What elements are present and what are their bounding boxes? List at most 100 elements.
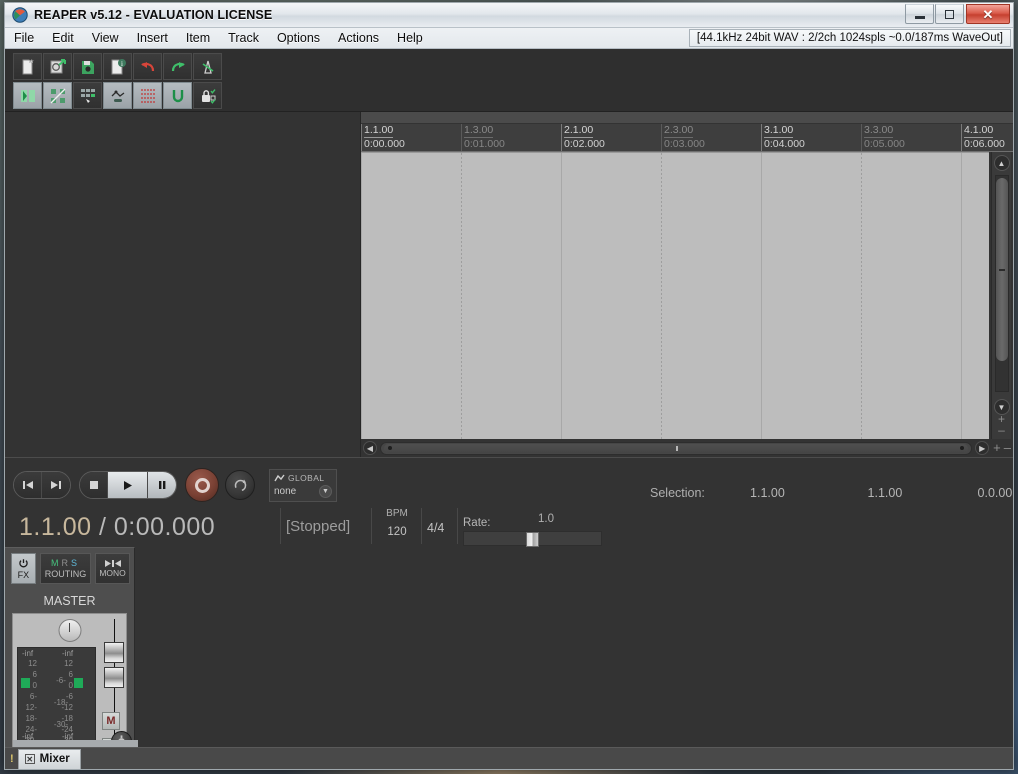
scroll-up-icon[interactable]: ▲ bbox=[994, 155, 1010, 171]
horizontal-scrollbar[interactable]: ◀ ▶ + – bbox=[361, 439, 1013, 457]
play-triangle-icon bbox=[121, 479, 135, 492]
maximize-button[interactable] bbox=[935, 4, 964, 24]
automation-mode-value: none bbox=[274, 486, 296, 497]
time-signature-field[interactable]: 4/4 bbox=[427, 521, 444, 535]
grid-lines-button[interactable] bbox=[133, 82, 162, 109]
db-tick: -24 bbox=[56, 724, 73, 735]
master-mono-button[interactable]: MONO bbox=[95, 553, 130, 584]
menu-insert[interactable]: Insert bbox=[128, 29, 177, 47]
alert-icon[interactable]: ! bbox=[10, 753, 14, 765]
automation-mode-header: GLOBAL bbox=[274, 473, 332, 483]
mono-arrows-icon bbox=[103, 559, 123, 568]
fader-handle-right[interactable] bbox=[104, 667, 124, 688]
routing-m: M bbox=[51, 558, 62, 568]
menu-help[interactable]: Help bbox=[388, 29, 432, 47]
minimize-button[interactable] bbox=[905, 4, 934, 24]
master-mute-button[interactable]: M bbox=[102, 712, 120, 730]
toolbar-row-2 bbox=[13, 82, 1013, 109]
title-bar[interactable]: REAPER v5.12 - EVALUATION LICENSE ✕ bbox=[5, 3, 1013, 28]
menu-track[interactable]: Track bbox=[219, 29, 268, 47]
item-grouping-button[interactable] bbox=[73, 82, 102, 109]
chevron-down-icon[interactable]: ▼ bbox=[319, 485, 332, 498]
reaper-logo-icon bbox=[12, 7, 28, 23]
track-control-panel[interactable] bbox=[5, 112, 361, 457]
timeline-ruler[interactable]: 1.1.000:00.0001.3.000:01.0002.1.000:02.0… bbox=[361, 124, 1013, 152]
master-track-name: MASTER bbox=[5, 594, 134, 608]
loop-magnet-button[interactable] bbox=[163, 82, 192, 109]
db-tick: 0 bbox=[56, 680, 73, 691]
metronome-button[interactable] bbox=[193, 53, 222, 80]
menu-item[interactable]: Item bbox=[177, 29, 219, 47]
scroll-left-icon[interactable]: ◀ bbox=[363, 441, 377, 455]
play-button[interactable] bbox=[108, 472, 148, 498]
scroll-right-icon[interactable]: ▶ bbox=[975, 441, 989, 455]
project-settings-button[interactable]: i bbox=[103, 53, 132, 80]
grid-line bbox=[561, 153, 562, 439]
automation-curve-button[interactable] bbox=[103, 82, 132, 109]
vscroll-thumb[interactable] bbox=[996, 178, 1008, 361]
save-project-button[interactable] bbox=[73, 53, 102, 80]
stop-button[interactable] bbox=[80, 472, 108, 498]
zoom-out-horizontal-icon[interactable]: – bbox=[1004, 443, 1011, 453]
zoom-in-horizontal-icon[interactable]: + bbox=[993, 443, 1001, 453]
audio-device-status[interactable]: [44.1kHz 24bit WAV : 2/2ch 1024spls ~0.0… bbox=[689, 29, 1011, 47]
selection-length[interactable]: 0.0.00 bbox=[940, 486, 1018, 500]
horizontal-zoom-controls: + – bbox=[993, 443, 1011, 453]
menu-edit[interactable]: Edit bbox=[43, 29, 83, 47]
svg-text:i: i bbox=[121, 60, 123, 68]
zoom-out-vertical-icon[interactable]: – bbox=[998, 426, 1005, 435]
master-meter[interactable]: -inf -inf -inf -inf 12606-12-18-24-30-36… bbox=[17, 647, 96, 742]
taskbar-highlight bbox=[13, 740, 138, 747]
pause-button[interactable] bbox=[148, 472, 176, 498]
db-tick: 12- bbox=[20, 702, 37, 713]
open-project-button[interactable] bbox=[43, 53, 72, 80]
mixer-tab[interactable]: ✕ Mixer bbox=[18, 749, 81, 769]
grid-line bbox=[461, 153, 462, 439]
vscroll-track[interactable] bbox=[995, 175, 1009, 392]
playback-button-group bbox=[79, 471, 177, 499]
go-to-end-button[interactable] bbox=[42, 472, 70, 498]
record-button[interactable] bbox=[185, 468, 219, 502]
hscroll-track[interactable] bbox=[380, 442, 972, 455]
arrange-row: 1.1.000:00.0001.3.000:01.0002.1.000:02.0… bbox=[5, 112, 1013, 457]
play-position-display[interactable]: 1.1.00 / 0:00.000 bbox=[19, 513, 215, 542]
automation-mode-selector[interactable]: GLOBAL none ▼ bbox=[269, 469, 337, 502]
rate-value[interactable]: 1.0 bbox=[538, 513, 554, 525]
routing-s: S bbox=[71, 558, 80, 568]
grid-line bbox=[761, 153, 762, 439]
new-project-button[interactable]: * bbox=[13, 53, 42, 80]
vertical-scrollbar[interactable]: ▲ ▼ + – bbox=[991, 152, 1011, 439]
lower-area: FX MRS ROUTING MONO bbox=[5, 547, 1013, 769]
transport-buttons: GLOBAL none ▼ bbox=[13, 468, 337, 502]
arrange-canvas[interactable] bbox=[361, 152, 989, 439]
menu-actions[interactable]: Actions bbox=[329, 29, 388, 47]
pan-knob[interactable] bbox=[58, 619, 81, 642]
fader-handle-left[interactable] bbox=[104, 642, 124, 663]
menu-file[interactable]: File bbox=[5, 29, 43, 47]
selection-start[interactable]: 1.1.00 bbox=[705, 486, 830, 500]
close-button[interactable]: ✕ bbox=[966, 4, 1010, 24]
routing-matrix-button[interactable] bbox=[43, 82, 72, 109]
play-position-sep: / bbox=[92, 513, 114, 541]
undo-button[interactable] bbox=[133, 53, 162, 80]
rate-slider-track[interactable] bbox=[463, 531, 602, 546]
repeat-button[interactable] bbox=[225, 470, 255, 500]
close-icon[interactable]: ✕ bbox=[25, 754, 35, 764]
bpm-value: 120 bbox=[378, 526, 416, 538]
rate-slider-thumb[interactable] bbox=[526, 532, 539, 547]
status-bar: ! ✕ Mixer bbox=[5, 747, 1013, 769]
bpm-field[interactable]: BPM 120 bbox=[378, 508, 416, 538]
menu-options[interactable]: Options bbox=[268, 29, 329, 47]
master-fx-button[interactable]: FX bbox=[11, 553, 36, 584]
master-routing-button[interactable]: MRS ROUTING bbox=[40, 553, 91, 584]
hscroll-thumb[interactable] bbox=[384, 444, 968, 453]
selection-end[interactable]: 1.1.00 bbox=[830, 486, 940, 500]
mixer-empty-area[interactable] bbox=[135, 547, 1013, 769]
go-to-start-button[interactable] bbox=[14, 472, 42, 498]
menu-view[interactable]: View bbox=[83, 29, 128, 47]
redo-button[interactable] bbox=[163, 53, 192, 80]
ruler-top-strip[interactable] bbox=[361, 112, 1013, 124]
lock-button[interactable] bbox=[193, 82, 222, 109]
envelope-panel-button[interactable] bbox=[13, 82, 42, 109]
nav-button-group bbox=[13, 471, 71, 499]
